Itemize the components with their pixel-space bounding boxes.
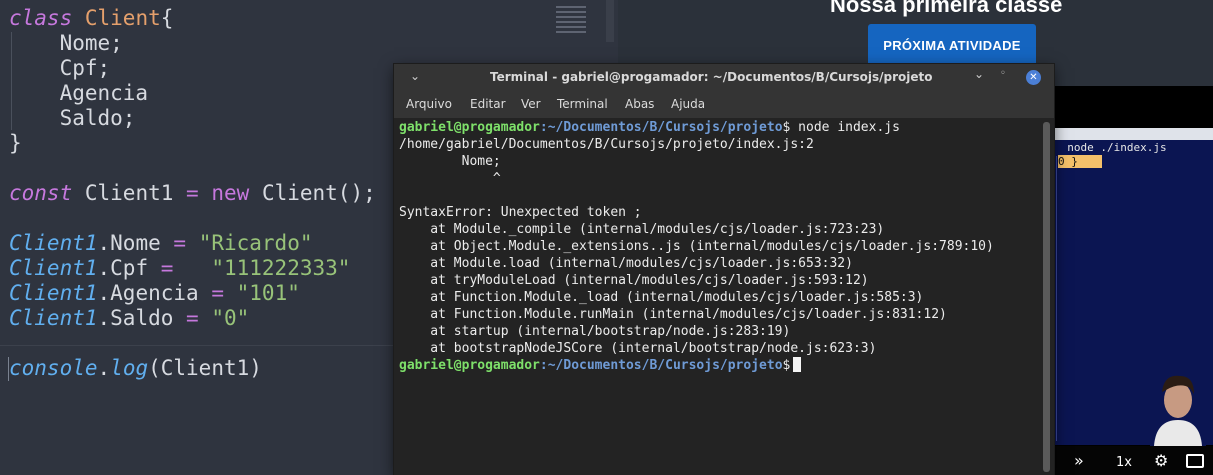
playback-speed[interactable]: 1x [1116,455,1132,470]
terminal-command-line: gabriel@progamador:~/Documentos/B/Cursoj… [399,120,900,135]
code-line-13: Client1.Saldo = "0" [9,306,249,331]
string-value: "Ricardo" [198,231,313,255]
field-nome: Nome; [59,31,123,55]
code-line-1: class Client{ [9,6,173,31]
menu-terminal[interactable]: Terminal [557,97,608,111]
error-line: SyntaxError: Unexpected token ; [399,205,642,220]
terminal-cursor [793,357,802,372]
assign-op: = [173,231,187,255]
code-line-5: Saldo; [9,106,136,131]
stack-line: at bootstrapNodeJSCore (internal/bootstr… [399,341,877,356]
variable-name: Client1 [84,181,174,205]
terminal-prompt: gabriel@progamador:~/Documentos/B/Cursoj… [399,357,802,374]
field-saldo: Saldo; [59,106,136,130]
menu-ajuda[interactable]: Ajuda [671,97,705,111]
presenter-webcam [1150,368,1206,446]
log-method: log [110,356,149,380]
stack-line: at startup (internal/bootstrap/node.js:2… [399,324,791,339]
video-controls: » 1x ⚙ [1054,446,1213,475]
output-line: /home/gabriel/Documentos/B/Cursojs/proje… [399,137,814,152]
stack-line: at Function.Module.runMain (internal/mod… [399,307,947,322]
maximize-icon[interactable]: ◦ [1000,68,1006,79]
pip-icon[interactable] [1186,454,1204,468]
window-menu-icon[interactable]: ⌄ [410,69,420,83]
keyword-new: new [211,181,250,205]
keyword-const: const [9,181,73,205]
code-line-11: Client1.Cpf = "111222333" [9,256,350,281]
terminal-scrollbar[interactable] [1043,122,1050,472]
terminal-title: Terminal - gabriel@progamador: ~/Documen… [490,70,933,84]
stack-line: at Module.load (internal/modules/cjs/loa… [399,256,853,271]
minimap[interactable] [556,6,586,46]
object-ref: Client1 [9,256,98,280]
assign-op: = [186,181,199,205]
video-highlight: 0 } [1058,155,1102,168]
code-line-3: Cpf; [9,56,111,81]
code-line-15: console.log(Client1) [9,356,262,381]
console-ref: console [9,356,98,380]
close-icon[interactable]: ✕ [1026,70,1041,85]
stack-line: at tryModuleLoad (internal/modules/cjs/l… [399,273,869,288]
prop-agencia: .Agencia [97,281,199,305]
stack-line: at Object.Module._extensions..js (intern… [399,239,994,254]
object-ref: Client1 [9,231,98,255]
code-line-4: Agencia [9,81,149,106]
video-command: node ./index.js [1067,141,1167,154]
brace-close: } [9,131,22,155]
constructor-call: Client(); [261,181,376,205]
string-value: "101" [236,281,300,305]
assign-op: = [211,281,224,305]
stack-line: at Module._compile (internal/modules/cjs… [399,222,885,237]
prop-cpf: .Cpf [97,256,149,280]
prop-saldo: .Saldo [97,306,174,330]
menu-arquivo[interactable]: Arquivo [406,97,452,111]
code-line-10: Client1.Nome = "Ricardo" [9,231,313,256]
string-value: "111222333" [211,256,351,280]
string-value: "0" [211,306,250,330]
next-activity-button[interactable]: PRÓXIMA ATIVIDADE [868,24,1036,66]
output-line: ^ [399,171,501,186]
settings-icon[interactable]: ⚙ [1154,451,1168,470]
dot: . [97,356,111,380]
code-line-2: Nome; [9,31,123,56]
keyword-class: class [9,6,73,30]
code-line-8: const Client1 = new Client(); [9,181,376,206]
log-argument: (Client1) [148,356,262,380]
stack-line: at Function.Module._load (internal/modul… [399,290,924,305]
field-agencia: Agencia [59,81,149,105]
video-guide [1056,156,1057,441]
output-line: Nome; [399,154,501,169]
assign-op: = [160,256,174,280]
menu-ver[interactable]: Ver [521,97,541,111]
editor-scrollbar[interactable] [606,0,614,42]
object-ref: Client1 [9,306,98,330]
page-title: Nossa primeira classe [830,0,1063,17]
skip-forward-icon[interactable]: » [1074,451,1084,470]
terminal-titlebar[interactable]: ⌄ Terminal - gabriel@progamador: ~/Docum… [394,64,1054,92]
code-line-12: Client1.Agencia = "101" [9,281,300,306]
assign-op: = [186,306,199,330]
field-cpf: Cpf; [59,56,111,80]
terminal-window[interactable]: ⌄ Terminal - gabriel@progamador: ~/Docum… [394,64,1054,475]
code-line-6: } [9,131,22,156]
minimize-icon[interactable]: ⌄ [974,67,984,81]
object-ref: Client1 [9,281,98,305]
brace-open: { [160,6,174,30]
menu-editar[interactable]: Editar [470,97,506,111]
prop-nome: .Nome [97,231,161,255]
menu-abas[interactable]: Abas [625,97,654,111]
class-name: Client [84,6,161,30]
